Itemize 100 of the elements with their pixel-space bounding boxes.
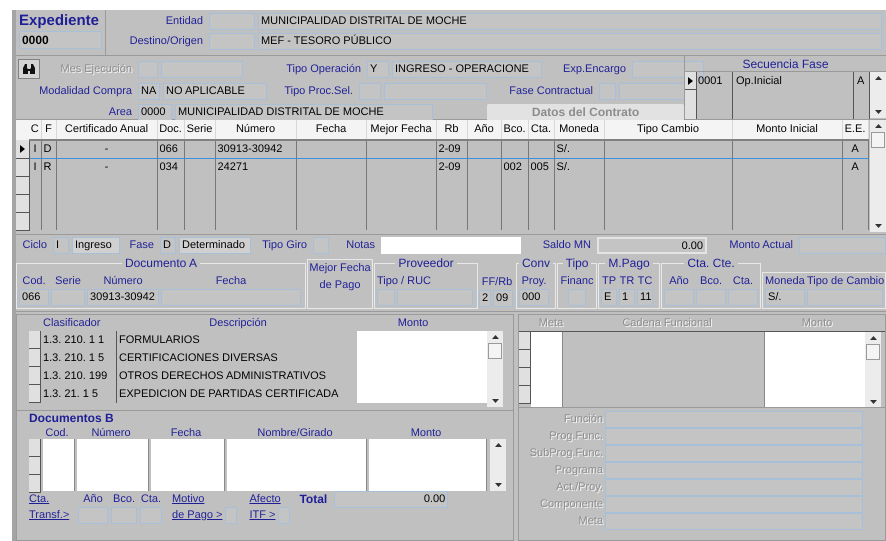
- text-field[interactable]: NA: [138, 83, 160, 100]
- search-button[interactable]: [18, 59, 40, 79]
- scroll-up-icon[interactable]: [874, 76, 882, 80]
- text-field[interactable]: [605, 445, 863, 462]
- text-field[interactable]: D: [160, 237, 176, 254]
- scroll-thumb[interactable]: [866, 344, 880, 360]
- scroll-up-icon[interactable]: [870, 336, 876, 340]
- text-field[interactable]: Ingreso: [72, 237, 120, 254]
- text-field[interactable]: [384, 83, 487, 100]
- scrollbar[interactable]: [870, 72, 886, 118]
- text-field[interactable]: [568, 289, 586, 306]
- text-field[interactable]: [313, 237, 329, 254]
- scroll-thumb[interactable]: [871, 132, 885, 148]
- text-field[interactable]: I: [53, 237, 69, 254]
- column-header[interactable]: Rb: [436, 120, 467, 140]
- text-field[interactable]: 11: [637, 289, 654, 306]
- scroll-down-icon[interactable]: [494, 483, 502, 487]
- text-field[interactable]: [397, 289, 473, 306]
- column-header[interactable]: Monto Inicial: [732, 120, 842, 140]
- column-header[interactable]: Certificado Anual: [56, 120, 157, 140]
- scrollbar[interactable]: [870, 120, 886, 232]
- text-field[interactable]: 1: [619, 289, 636, 306]
- scroll-thumb[interactable]: [488, 343, 502, 359]
- column-header[interactable]: Bco.: [501, 120, 528, 140]
- column-header[interactable]: Cta.: [528, 120, 554, 140]
- text-field[interactable]: [111, 507, 137, 524]
- text-field[interactable]: [605, 513, 863, 530]
- scroll-down-icon[interactable]: [874, 110, 882, 114]
- text-field[interactable]: [225, 507, 238, 524]
- scroll-up-icon[interactable]: [874, 124, 882, 128]
- link[interactable]: de Pago >: [172, 507, 222, 524]
- link[interactable]: ITF >: [249, 507, 276, 524]
- text-field[interactable]: MUNICIPALIDAD DISTRITAL DE MOCHE: [175, 104, 433, 121]
- text-field[interactable]: [632, 60, 704, 78]
- text-field[interactable]: E: [601, 289, 618, 306]
- text-field[interactable]: [664, 289, 694, 306]
- text-field[interactable]: [605, 496, 863, 513]
- text-field[interactable]: [728, 289, 758, 306]
- text-field[interactable]: 0.00: [334, 491, 448, 508]
- text-field[interactable]: [209, 33, 255, 50]
- text-field[interactable]: [138, 60, 158, 78]
- text-field[interactable]: [696, 289, 726, 306]
- link[interactable]: Transf.>: [29, 507, 75, 523]
- text-field[interactable]: [78, 507, 108, 524]
- text-field[interactable]: INGRESO - OPERACIONE: [392, 60, 542, 78]
- text-field[interactable]: [51, 289, 85, 306]
- text-field[interactable]: [359, 83, 381, 100]
- text-field[interactable]: [605, 479, 863, 496]
- column-header[interactable]: Serie: [184, 120, 215, 140]
- text-field[interactable]: [140, 507, 162, 524]
- text-field[interactable]: [605, 428, 863, 445]
- column-header[interactable]: Año: [467, 120, 501, 140]
- table-row[interactable]: I R - 034 24271 2-09 002 005 S/. A: [16, 158, 868, 176]
- text-field[interactable]: [599, 83, 616, 100]
- column-header[interactable]: E.E.: [842, 120, 868, 140]
- column-header[interactable]: Moneda: [554, 120, 604, 140]
- link[interactable]: Motivo: [172, 491, 238, 507]
- text-field[interactable]: 066: [19, 289, 49, 306]
- text-field[interactable]: MUNICIPALIDAD DISTRITAL DE MOCHE: [258, 13, 882, 30]
- column-header[interactable]: Número: [215, 120, 296, 140]
- table-row[interactable]: I D - 066 30913-30942 2-09 S/. A: [16, 140, 868, 158]
- text-field[interactable]: 000: [519, 289, 549, 306]
- scroll-down-icon[interactable]: [874, 224, 882, 228]
- text-field[interactable]: [209, 13, 255, 30]
- column-header[interactable]: Mejor Fecha: [366, 120, 436, 140]
- scroll-down-icon[interactable]: [492, 399, 498, 403]
- column-header[interactable]: Tipo Cambio: [604, 120, 732, 140]
- expediente-number-field[interactable]: 0000: [19, 31, 102, 49]
- text-field[interactable]: [377, 289, 395, 306]
- scroll-up-icon[interactable]: [492, 335, 498, 339]
- text-field[interactable]: [161, 289, 301, 306]
- text-field[interactable]: 2: [479, 290, 491, 307]
- text-field[interactable]: 0.00: [597, 237, 707, 254]
- column-header[interactable]: Fecha: [296, 120, 366, 140]
- row-header[interactable]: [685, 72, 697, 90]
- text-field[interactable]: [161, 60, 243, 78]
- scrollbar[interactable]: [490, 439, 506, 491]
- scrollbar[interactable]: [487, 331, 503, 407]
- text-field[interactable]: [807, 289, 883, 306]
- text-field[interactable]: [605, 411, 863, 428]
- text-field[interactable]: [799, 237, 886, 254]
- notes-field[interactable]: [381, 237, 521, 254]
- text-field[interactable]: S/.: [765, 289, 806, 306]
- text-field[interactable]: Y: [367, 60, 389, 78]
- scrollbar[interactable]: [865, 332, 881, 408]
- text-field[interactable]: 0000: [138, 104, 172, 121]
- text-field[interactable]: 30913-30942: [87, 289, 159, 306]
- text-field[interactable]: [278, 507, 290, 524]
- column-header[interactable]: C: [29, 120, 41, 140]
- text-field[interactable]: [605, 462, 863, 479]
- text-field[interactable]: 09: [493, 290, 513, 307]
- table-row[interactable]: 0001 Op.Inicial A: [685, 72, 870, 90]
- link[interactable]: Cta.: [29, 491, 75, 507]
- link[interactable]: Afecto: [249, 491, 290, 507]
- text-field[interactable]: MEF - TESORO PÚBLICO: [258, 33, 882, 50]
- text-field[interactable]: NO APLICABLE: [163, 83, 267, 100]
- text-field[interactable]: Determinado: [179, 237, 251, 254]
- column-header[interactable]: F: [41, 120, 56, 140]
- scroll-up-icon[interactable]: [494, 443, 502, 447]
- scroll-down-icon[interactable]: [870, 400, 876, 404]
